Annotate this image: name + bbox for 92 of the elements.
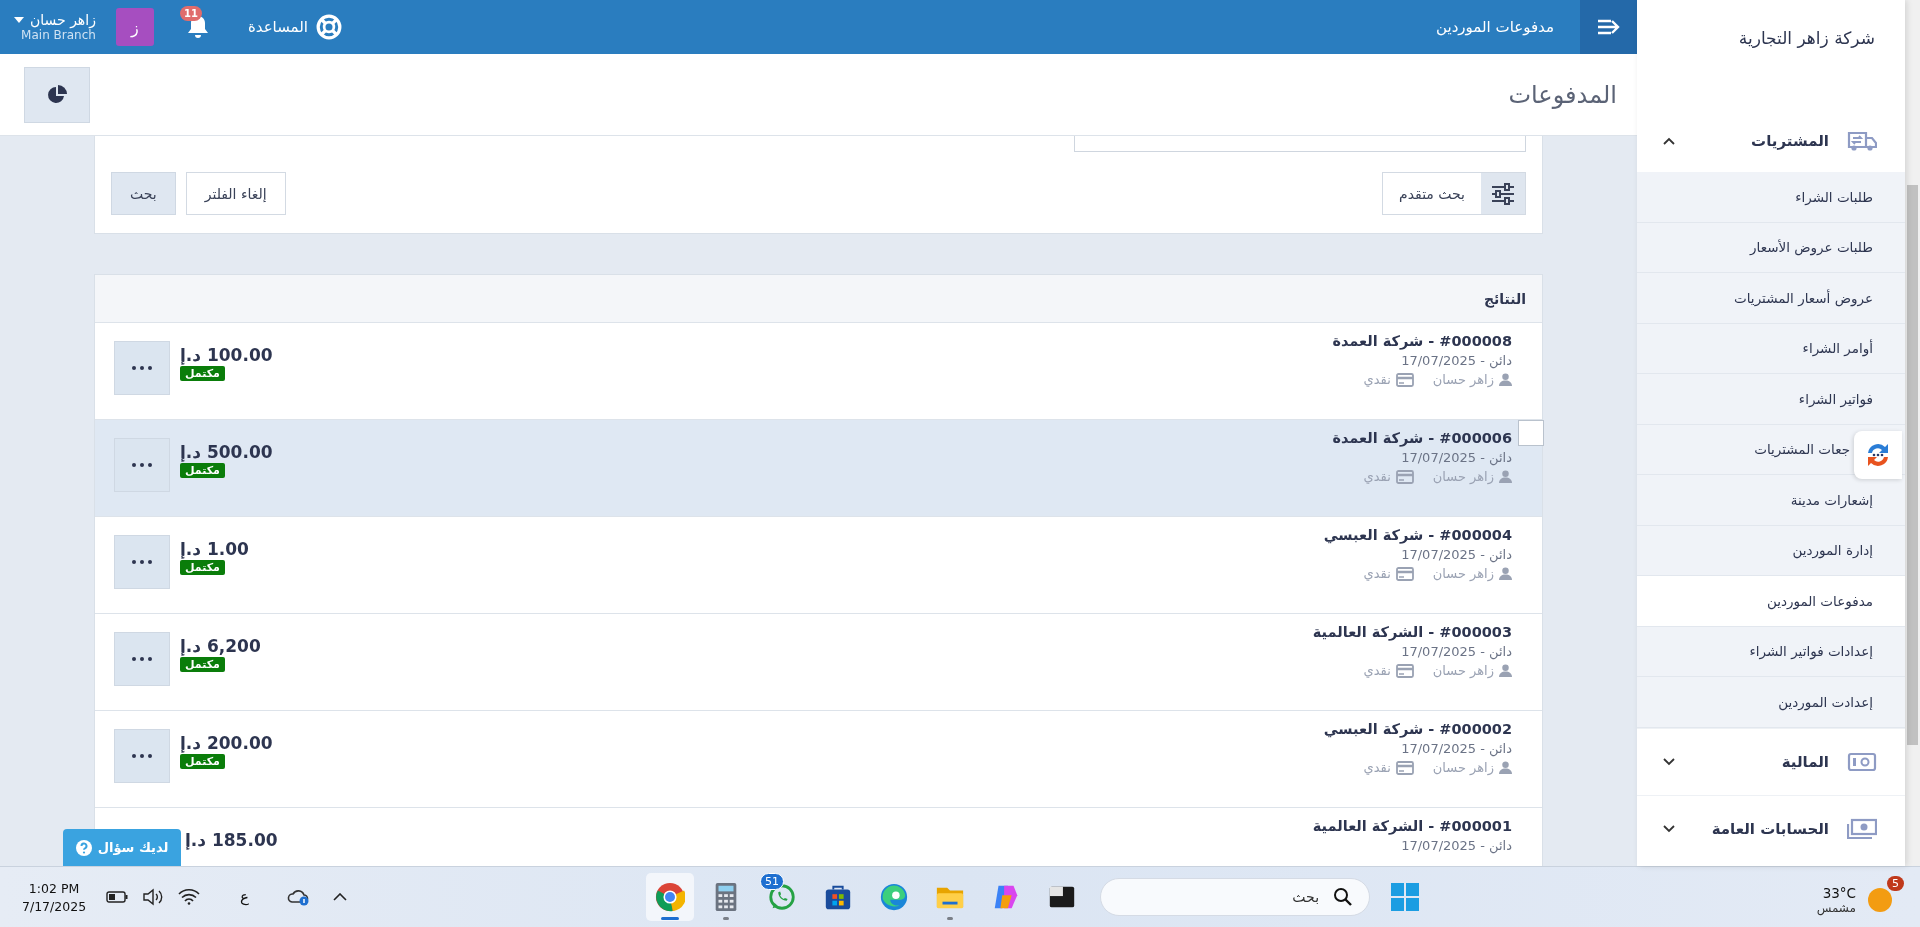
sliders-icon (1491, 182, 1515, 205)
weather-alert-count: 5 (1887, 876, 1904, 891)
page-heading: المدفوعات (1508, 80, 1617, 109)
payment-date: دائن - 17/07/2025 (1401, 741, 1512, 756)
chat-widget-button[interactable] (1854, 431, 1902, 479)
payment-title: #000002 - شركة العبسي (1323, 721, 1512, 737)
payment-title: #000008 - شركة العمدة (1332, 333, 1512, 349)
browser-icon (655, 882, 686, 912)
payment-amount: 100.00 د.إ (180, 345, 273, 365)
search-icon (1333, 887, 1354, 907)
taskbar-search-field[interactable]: بحث (1100, 878, 1371, 916)
user-avatar[interactable]: ز (115, 8, 154, 46)
company-name: شركة زاهر التجارية (1738, 28, 1875, 48)
payment-date: دائن - 17/07/2025 (1401, 644, 1512, 659)
payment-amount: 6,200 د.إ (180, 636, 261, 656)
payment-method: نقدي (1363, 760, 1391, 775)
payment-date: دائن - 17/07/2025 (1401, 353, 1512, 368)
sidebar-toggle-button[interactable] (1580, 0, 1637, 54)
results-title: النتائج (1483, 290, 1526, 307)
advanced-search-button[interactable]: بحث متقدم (1382, 172, 1526, 215)
payment-amount: 1.00 د.إ (180, 539, 249, 559)
menu-item[interactable]: مدفوعات الموردين (1637, 576, 1905, 627)
payment-title: #000001 - الشركة العالمية (1312, 818, 1512, 834)
windows-start-icon[interactable] (1390, 882, 1421, 912)
user-name: زاهر حسان (1432, 372, 1494, 387)
battery-icon[interactable] (106, 891, 129, 903)
chevron-down-icon (1663, 824, 1675, 833)
chevron-up-icon[interactable] (333, 893, 348, 901)
card-icon (1395, 566, 1414, 581)
person-icon (1499, 373, 1512, 386)
status-badge: مكتمل (180, 657, 225, 672)
user-name: زاهر حسان (1432, 469, 1494, 484)
person-icon (1499, 470, 1512, 483)
payment-date: دائن - 17/07/2025 (1401, 547, 1512, 562)
payment-amount: 200.00 د.إ (180, 733, 273, 753)
chevron-up-icon (1663, 137, 1675, 145)
browser-wave-icon (879, 882, 910, 912)
dots-icon (132, 657, 152, 661)
scrollbar[interactable] (1905, 0, 1920, 866)
payment-amount: 185.00 د.إ (185, 830, 278, 850)
taskbar-app[interactable]: 51 (758, 873, 807, 921)
chevron-down-icon (1663, 757, 1675, 766)
truck-icon (1847, 130, 1877, 152)
pie-chart-icon (47, 84, 67, 105)
help-link[interactable]: المساعدة (241, 13, 348, 41)
card-icon (1395, 760, 1414, 775)
dots-icon (132, 366, 152, 370)
card-icon (1395, 372, 1414, 387)
wifi-icon[interactable] (178, 889, 201, 905)
input-language[interactable]: ع (240, 888, 250, 906)
user-name: زاهر حسان (1432, 760, 1494, 775)
safe-icon (1847, 750, 1877, 773)
page-title: مدفوعات الموردين (1436, 18, 1554, 36)
payment-date: دائن - 17/07/2025 (1401, 838, 1512, 853)
user-name: زاهر حسان (1432, 663, 1494, 678)
card-icon (1395, 663, 1414, 678)
question-icon (75, 839, 92, 856)
card-icon (1395, 469, 1414, 484)
payment-method: نقدي (1363, 663, 1391, 678)
menu-section[interactable]: المشتريات (1637, 110, 1905, 172)
lifebuoy-icon (315, 14, 342, 40)
arrow-icon (1596, 18, 1621, 36)
person-icon (1499, 761, 1512, 774)
payment-date: دائن - 17/07/2025 (1401, 450, 1512, 465)
unread-count: 51 (760, 873, 785, 890)
payment-method: نقدي (1363, 566, 1391, 581)
chart-button[interactable] (24, 66, 90, 123)
person-icon (1499, 664, 1512, 677)
clear-filter-button[interactable]: إلغاء الفلتر (185, 172, 286, 215)
cash-icon (1847, 817, 1877, 840)
search-button[interactable]: بحث (111, 172, 176, 215)
payment-method: نقدي (1363, 372, 1391, 387)
status-badge: مكتمل (180, 754, 225, 769)
payment-title: #000004 - شركة العبسي (1323, 527, 1512, 543)
volume-icon[interactable] (142, 888, 165, 906)
notification-count: 11 (180, 6, 202, 21)
sun-icon (1866, 886, 1894, 914)
dots-icon (132, 463, 152, 467)
clock[interactable]: 1:02 PM 7/17/2025 (22, 880, 87, 914)
status-badge: مكتمل (180, 463, 225, 478)
payment-row[interactable]: #000006 - شركة العمدة دائن - 17/07/2025 زاهر حسان نقدي 500.00 د.إ مكتمل (95, 420, 1542, 517)
user-name: زاهر حسان (1432, 566, 1494, 581)
dots-icon (132, 560, 152, 564)
dots-icon (132, 754, 152, 758)
status-badge: مكتمل (180, 366, 225, 381)
payment-amount: 500.00 د.إ (180, 442, 273, 462)
status-badge: مكتمل (180, 560, 225, 575)
payment-title: #000006 - شركة العمدة (1332, 430, 1512, 446)
payment-method: نقدي (1363, 469, 1391, 484)
person-icon (1499, 567, 1512, 580)
payment-title: #000003 - الشركة العالمية (1312, 624, 1512, 640)
caret-icon (14, 17, 24, 23)
